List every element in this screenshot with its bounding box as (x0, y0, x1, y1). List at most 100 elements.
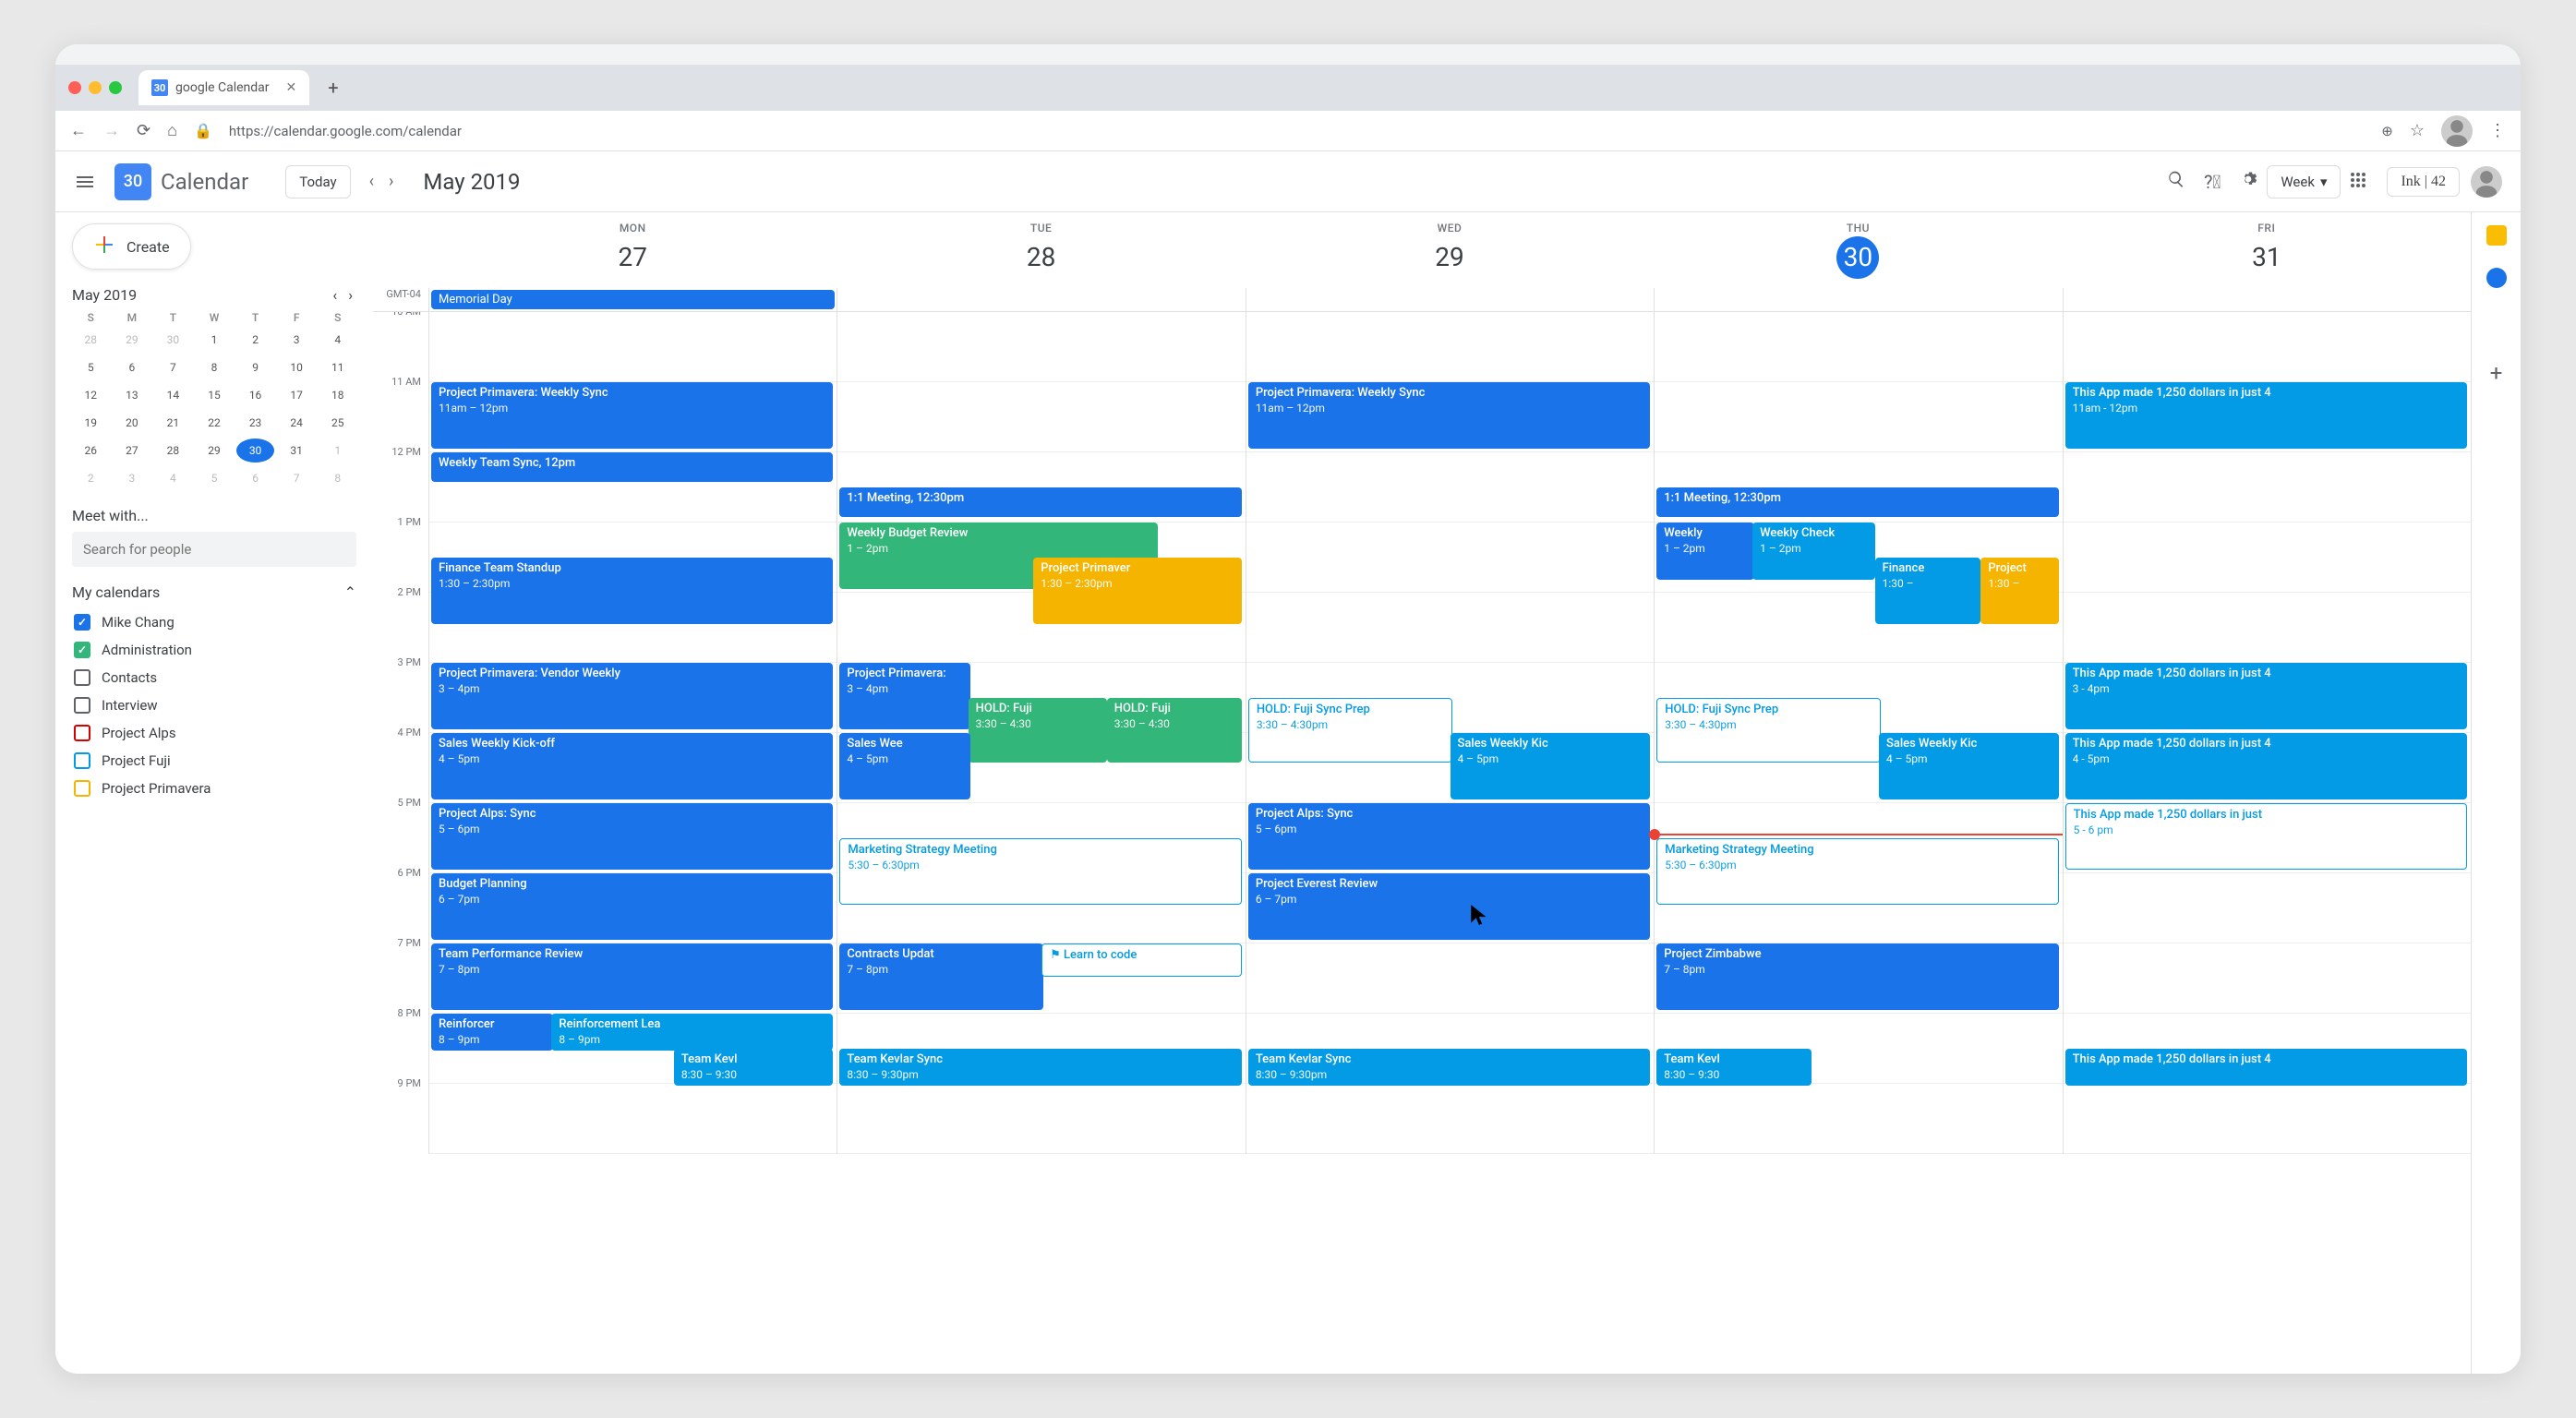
mini-day[interactable]: 19 (72, 411, 110, 435)
time-slot[interactable] (2064, 593, 2471, 663)
mini-day[interactable]: 2 (236, 328, 274, 352)
browser-menu-icon[interactable]: ⋮ (2489, 121, 2506, 140)
time-slot[interactable] (1655, 312, 2062, 382)
calendar-event[interactable]: Sales Wee4 – 5pm (839, 733, 969, 799)
day-header[interactable]: WED29 (1246, 212, 1654, 288)
mini-next-icon[interactable]: › (344, 282, 356, 307)
mini-day[interactable]: 3 (114, 466, 151, 490)
time-slot[interactable] (429, 312, 837, 382)
search-icon[interactable] (2158, 162, 2195, 200)
day-header[interactable]: MON27 (428, 212, 837, 288)
calendar-checkbox[interactable] (74, 614, 90, 631)
my-calendars-heading[interactable]: My calendars ⌃ (72, 583, 356, 601)
mini-day[interactable]: 30 (236, 439, 274, 463)
calendar-event[interactable]: Contracts Updat7 – 8pm (839, 943, 1043, 1010)
prev-period-icon[interactable]: ‹ (362, 164, 381, 198)
mini-day[interactable]: 8 (196, 355, 234, 379)
time-slot[interactable] (1246, 1084, 1654, 1154)
time-slot[interactable] (1246, 523, 1654, 593)
calendar-event[interactable]: Project Primavera:3 – 4pm (839, 663, 969, 729)
calendar-event[interactable]: This App made 1,250 dollars in just 44 -… (2065, 733, 2467, 799)
mini-day[interactable]: 24 (278, 411, 316, 435)
mini-day[interactable]: 26 (72, 439, 110, 463)
mini-prev-icon[interactable]: ‹ (329, 282, 341, 307)
calendar-event[interactable]: 1:1 Meeting, 12:30pm (1656, 487, 2058, 517)
mini-day[interactable]: 5 (196, 466, 234, 490)
mini-day[interactable]: 29 (114, 328, 151, 352)
view-dropdown[interactable]: Week ▾ (2267, 165, 2341, 198)
mini-day[interactable]: 1 (196, 328, 234, 352)
hamburger-menu-icon[interactable] (74, 171, 96, 193)
calendar-checkbox[interactable] (74, 752, 90, 769)
calendar-event[interactable]: This App made 1,250 dollars in just5 - 6… (2065, 803, 2467, 870)
mini-day[interactable]: 20 (114, 411, 151, 435)
calendar-checkbox[interactable] (74, 725, 90, 741)
calendar-event[interactable]: HOLD: Fuji3:30 – 4:30 (1107, 698, 1242, 763)
mini-day[interactable]: 2 (72, 466, 110, 490)
mini-day[interactable]: 4 (154, 466, 192, 490)
time-slot[interactable] (2064, 523, 2471, 593)
mini-day[interactable]: 29 (196, 439, 234, 463)
calendar-event[interactable]: Project Everest Review6 – 7pm (1248, 873, 1650, 940)
calendar-event[interactable]: Finance Team Standup1:30 – 2:30pm (431, 558, 833, 624)
mini-day[interactable]: 12 (72, 383, 110, 407)
day-column[interactable]: This App made 1,250 dollars in just 411a… (2063, 312, 2471, 1154)
time-grid-scroll[interactable]: 10 AM11 AM12 PM1 PM2 PM3 PM4 PM5 PM6 PM7… (373, 312, 2471, 1374)
calendar-checkbox[interactable] (74, 642, 90, 658)
allday-event[interactable]: Memorial Day (431, 290, 835, 309)
calendar-event[interactable]: Team Kevlar Sync8:30 – 9:30pm (1248, 1049, 1650, 1086)
mini-day[interactable]: 9 (236, 355, 274, 379)
calendar-event[interactable]: Project Primavera: Vendor Weekly3 – 4pm (431, 663, 833, 729)
calendar-event[interactable]: Project Alps: Sync5 – 6pm (431, 803, 833, 870)
window-close-button[interactable] (68, 81, 81, 94)
mini-day[interactable]: 4 (319, 328, 356, 352)
calendar-event[interactable]: This App made 1,250 dollars in just 4 (2065, 1049, 2467, 1086)
calendar-event[interactable]: Budget Planning6 – 7pm (431, 873, 833, 940)
window-maximize-button[interactable] (109, 81, 122, 94)
account-avatar[interactable] (2471, 166, 2502, 198)
mini-day[interactable]: 5 (72, 355, 110, 379)
day-column[interactable]: Project Primavera: Weekly Sync11am – 12p… (1246, 312, 1654, 1154)
browser-avatar[interactable] (2441, 115, 2473, 147)
add-addon-icon[interactable]: + (2490, 360, 2503, 386)
calendar-event[interactable]: This App made 1,250 dollars in just 43 -… (2065, 663, 2467, 729)
time-slot[interactable] (2064, 312, 2471, 382)
calendar-event[interactable]: Team Kevl8:30 – 9:30 (674, 1049, 834, 1086)
time-slot[interactable] (429, 1084, 837, 1154)
window-minimize-button[interactable] (89, 81, 102, 94)
zoom-icon[interactable]: ⊕ (2381, 123, 2393, 139)
google-apps-icon[interactable] (2341, 163, 2376, 200)
mini-day[interactable]: 27 (114, 439, 151, 463)
calendar-event[interactable]: Sales Weekly Kick-off4 – 5pm (431, 733, 833, 799)
tasks-icon[interactable] (2486, 268, 2507, 288)
time-slot[interactable] (1246, 943, 1654, 1014)
mini-day[interactable]: 23 (236, 411, 274, 435)
mini-day[interactable]: 25 (319, 411, 356, 435)
calendar-event[interactable]: Team Performance Review7 – 8pm (431, 943, 833, 1010)
mini-day[interactable]: 22 (196, 411, 234, 435)
calendar-event[interactable]: Sales Weekly Kic4 – 5pm (1451, 733, 1651, 799)
mini-day[interactable]: 18 (319, 383, 356, 407)
calendar-list-item[interactable]: Contacts (72, 664, 356, 691)
mini-day[interactable]: 11 (319, 355, 356, 379)
mini-calendar[interactable]: SMTWTFS282930123456789101112131415161718… (72, 311, 356, 490)
time-slot[interactable] (1246, 452, 1654, 523)
nav-back-icon[interactable]: ← (70, 121, 87, 140)
day-header[interactable]: THU30 (1654, 212, 2062, 288)
calendar-event[interactable]: 1:1 Meeting, 12:30pm (839, 487, 1241, 517)
calendar-event[interactable]: Sales Weekly Kic4 – 5pm (1879, 733, 2059, 799)
time-slot[interactable] (2064, 1084, 2471, 1154)
mini-day[interactable]: 13 (114, 383, 151, 407)
bookmark-icon[interactable]: ☆ (2410, 121, 2425, 140)
tab-close-icon[interactable]: ✕ (286, 80, 297, 95)
mini-day[interactable]: 8 (319, 466, 356, 490)
time-slot[interactable] (1655, 1084, 2062, 1154)
mini-day[interactable]: 28 (154, 439, 192, 463)
new-tab-button[interactable]: + (328, 77, 338, 99)
keep-icon[interactable] (2486, 225, 2507, 246)
time-slot[interactable] (837, 312, 1245, 382)
calendar-event[interactable]: Weekly Team Sync, 12pm (431, 452, 833, 482)
calendar-event[interactable]: Project Primaver1:30 – 2:30pm (1033, 558, 1242, 624)
mini-day[interactable]: 17 (278, 383, 316, 407)
calendar-list-item[interactable]: Administration (72, 636, 356, 664)
